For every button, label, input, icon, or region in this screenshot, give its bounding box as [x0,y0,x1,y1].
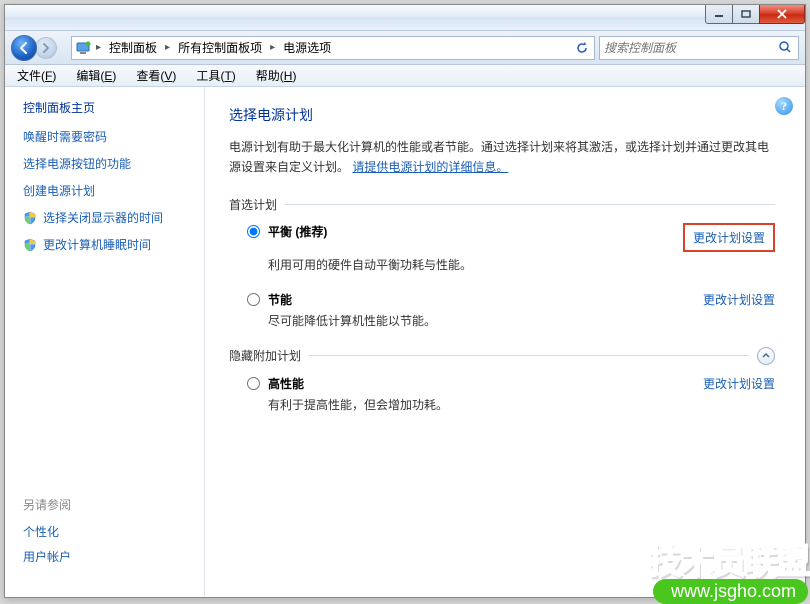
search-box[interactable] [599,36,799,60]
plan-desc: 有利于提高性能，但会增加功耗。 [268,396,775,413]
shield-icon [23,211,37,225]
plan-name: 高性能 [268,375,304,392]
breadcrumb-item-1[interactable]: 所有控制面板项 [174,39,266,56]
plan-name: 节能 [268,291,292,308]
plan-desc: 利用可用的硬件自动平衡功耗与性能。 [268,256,775,273]
page-title: 选择电源计划 [229,105,775,125]
chevron-up-icon [761,351,771,361]
see-also-user-accounts[interactable]: 用户帐户 [23,548,204,565]
sidebar-link-power-button[interactable]: 选择电源按钮的功能 [23,155,204,172]
body: 控制面板主页 唤醒时需要密码 选择电源按钮的功能 创建电源计划 选择关闭显示器的… [5,87,805,597]
see-also: 另请参阅 个性化 用户帐户 [23,496,204,585]
titlebar [5,5,805,31]
breadcrumb-item-2[interactable]: 电源选项 [279,39,335,56]
plan-radio-balanced[interactable] [247,225,260,238]
nav-buttons [11,34,67,62]
help-icon[interactable]: ? [775,97,793,115]
sidebar-link-create-plan[interactable]: 创建电源计划 [23,182,204,199]
control-panel-home-link[interactable]: 控制面板主页 [23,99,204,116]
address-bar-row: ▸ 控制面板 ▸ 所有控制面板项 ▸ 电源选项 [5,31,805,65]
plan-radio-saver[interactable] [247,293,260,306]
change-plan-settings-link[interactable]: 更改计划设置 [703,291,775,308]
minimize-button[interactable] [705,5,733,24]
section-hidden-plans: 隐藏附加计划 [229,347,775,365]
collapse-toggle[interactable] [757,347,775,365]
change-plan-settings-link[interactable]: 更改计划设置 [683,223,775,252]
content: ? 选择电源计划 电源计划有助于最大化计算机的性能或者节能。通过选择计划来将其激… [205,87,805,597]
sidebar: 控制面板主页 唤醒时需要密码 选择电源按钮的功能 创建电源计划 选择关闭显示器的… [5,87,205,597]
window-frame: ▸ 控制面板 ▸ 所有控制面板项 ▸ 电源选项 文件(F) 编辑(E) 查看(V… [4,4,806,598]
shield-icon [23,238,37,252]
plan-radio-high-perf[interactable] [247,377,260,390]
back-button[interactable] [11,35,37,61]
menu-edit[interactable]: 编辑(E) [70,65,122,86]
breadcrumb-separator: ▸ [163,42,172,53]
sidebar-link-password[interactable]: 唤醒时需要密码 [23,128,204,145]
menu-view[interactable]: 查看(V) [130,65,182,86]
breadcrumb-separator: ▸ [94,42,103,53]
section-preferred-plans: 首选计划 [229,196,775,213]
see-also-title: 另请参阅 [23,496,204,513]
plan-saver: 节能 更改计划设置 尽可能降低计算机性能以节能。 [247,291,775,329]
change-plan-settings-link[interactable]: 更改计划设置 [703,375,775,392]
see-also-personalization[interactable]: 个性化 [23,523,204,540]
menubar: 文件(F) 编辑(E) 查看(V) 工具(T) 帮助(H) [5,65,805,87]
search-input[interactable] [604,41,778,55]
window-buttons [705,5,805,24]
close-button[interactable] [759,5,805,24]
menu-tools[interactable]: 工具(T) [190,65,241,86]
page-description: 电源计划有助于最大化计算机的性能或者节能。通过选择计划来将其激活，或选择计划并通… [229,137,775,178]
plan-high-performance: 高性能 更改计划设置 有利于提高性能，但会增加功耗。 [247,375,775,413]
breadcrumb[interactable]: ▸ 控制面板 ▸ 所有控制面板项 ▸ 电源选项 [71,36,595,60]
plan-balanced: 平衡 (推荐) 更改计划设置 利用可用的硬件自动平衡功耗与性能。 [247,223,775,273]
sidebar-link-display-off[interactable]: 选择关闭显示器的时间 [23,209,204,226]
control-panel-icon [74,39,92,57]
search-icon[interactable] [778,40,794,56]
menu-help[interactable]: 帮助(H) [250,65,303,86]
maximize-button[interactable] [732,5,760,24]
menu-file[interactable]: 文件(F) [11,65,62,86]
sidebar-link-sleep[interactable]: 更改计算机睡眠时间 [23,236,204,253]
plan-name: 平衡 (推荐) [268,223,327,240]
plan-desc: 尽可能降低计算机性能以节能。 [268,312,775,329]
breadcrumb-item-0[interactable]: 控制面板 [105,39,161,56]
forward-button[interactable] [35,37,57,59]
breadcrumb-separator: ▸ [268,42,277,53]
learn-more-link[interactable]: 请提供电源计划的详细信息。 [352,160,508,174]
refresh-icon[interactable] [572,38,592,58]
